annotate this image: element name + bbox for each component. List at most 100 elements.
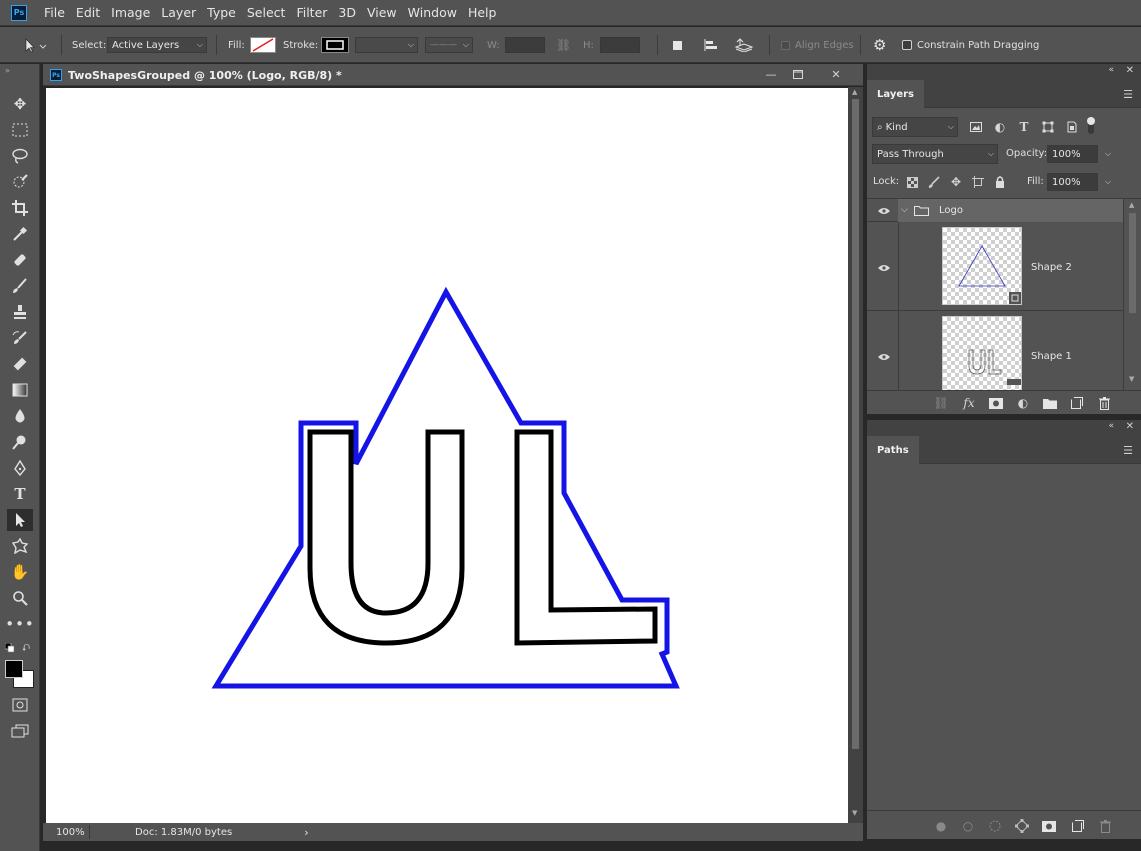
menu-filter[interactable]: Filter (296, 5, 335, 20)
visibility-eye-icon[interactable] (878, 205, 890, 218)
triangle-shape-path[interactable] (211, 286, 680, 689)
scroll-up-icon[interactable]: ▲ (852, 88, 857, 96)
path-arrangement-icon[interactable] (734, 27, 754, 63)
menu-file[interactable]: File (44, 5, 73, 20)
lock-artboard-icon[interactable] (971, 174, 985, 190)
path-alignment-icon[interactable] (703, 27, 719, 63)
collapse-panels-icon[interactable]: « (1108, 421, 1114, 431)
scroll-up-icon[interactable]: ▲ (1129, 201, 1134, 209)
filter-shape-layer-icon[interactable] (1040, 118, 1056, 136)
constrain-path-checkbox[interactable] (902, 40, 912, 50)
dodge-tool-icon[interactable] (7, 431, 33, 453)
close-panel-icon[interactable]: ✕ (1126, 65, 1134, 76)
filter-smart-object-icon[interactable] (1064, 118, 1080, 136)
make-work-path-icon[interactable] (1014, 818, 1030, 834)
blur-tool-icon[interactable] (7, 405, 33, 427)
align-edges-checkbox[interactable] (781, 40, 790, 50)
layer-row-shape-1[interactable]: Shape 1 (867, 311, 1123, 390)
zoom-tool-icon[interactable] (7, 587, 33, 609)
layer-row-shape-2[interactable]: Shape 2 (867, 222, 1123, 311)
minimize-icon[interactable]: — (763, 67, 779, 81)
collapse-toolbar-icon[interactable]: » (5, 66, 10, 75)
scroll-down-icon[interactable]: ▼ (1129, 375, 1134, 383)
visibility-eye-icon[interactable] (878, 351, 890, 364)
filter-type-layer-icon[interactable]: T (1016, 118, 1032, 136)
chevron-down-icon[interactable]: ⌵ (1105, 177, 1111, 187)
type-tool-icon[interactable]: T (7, 483, 33, 505)
visibility-eye-icon[interactable] (878, 262, 890, 275)
menu-view[interactable]: View (367, 5, 405, 20)
new-group-folder-icon[interactable] (1042, 395, 1058, 411)
marquee-tool-icon[interactable] (7, 119, 33, 141)
filter-pixel-layer-icon[interactable] (968, 118, 984, 136)
fill-opacity-input[interactable]: 100% ⌵ (1047, 173, 1111, 191)
lock-all-icon[interactable] (993, 174, 1007, 190)
fill-none-swatch[interactable] (250, 37, 276, 53)
layer-style-fx-icon[interactable]: fx (961, 395, 977, 411)
lasso-tool-icon[interactable] (7, 145, 33, 167)
layers-tab[interactable]: Layers (867, 80, 924, 108)
crop-tool-icon[interactable] (7, 197, 33, 219)
new-adjustment-layer-icon[interactable]: ◐ (1015, 395, 1031, 411)
menu-help[interactable]: Help (468, 5, 505, 20)
add-mask-icon[interactable] (988, 395, 1004, 411)
lock-position-icon[interactable]: ✥ (949, 174, 963, 190)
gear-icon[interactable]: ⚙ (873, 27, 886, 63)
quick-mask-icon[interactable] (7, 694, 33, 716)
default-colors-icon[interactable] (4, 642, 15, 656)
width-input[interactable] (505, 37, 545, 53)
hand-tool-icon[interactable]: ✋ (7, 561, 33, 583)
link-layers-icon[interactable]: ⛓ (933, 395, 949, 411)
menu-3d[interactable]: 3D (338, 5, 364, 20)
scrollbar-thumb[interactable] (852, 99, 859, 749)
filter-toggle-switch[interactable] (1085, 114, 1097, 138)
chevron-down-icon[interactable]: ⌵ (1105, 149, 1111, 159)
new-path-icon[interactable] (1070, 818, 1086, 834)
menu-image[interactable]: Image (111, 5, 158, 20)
stroke-type-dropdown[interactable]: ——— ⌵ (425, 37, 473, 53)
menu-type[interactable]: Type (207, 5, 244, 20)
restore-icon[interactable] (790, 67, 806, 81)
stroke-swatch[interactable] (321, 37, 349, 53)
opacity-input[interactable]: 100% ⌵ (1047, 145, 1111, 163)
panel-menu-icon[interactable]: ☰ (1123, 444, 1133, 457)
scrollbar-thumb[interactable] (1129, 213, 1136, 313)
height-input[interactable] (600, 37, 640, 53)
path-operations-icon[interactable] (671, 27, 685, 63)
paths-tab[interactable]: Paths (867, 436, 919, 464)
letter-u-path[interactable] (307, 429, 465, 646)
collapse-panels-icon[interactable]: « (1108, 65, 1114, 75)
pen-tool-icon[interactable] (7, 457, 33, 479)
filter-adjustment-layer-icon[interactable]: ◐ (992, 118, 1008, 136)
delete-layer-trash-icon[interactable] (1096, 395, 1112, 411)
zoom-level[interactable]: 100% (43, 825, 90, 839)
foreground-color-swatch[interactable] (5, 660, 23, 678)
move-tool-icon[interactable]: ✥ (7, 93, 33, 115)
menu-edit[interactable]: Edit (76, 5, 108, 20)
close-icon[interactable]: ✕ (828, 67, 844, 81)
scroll-down-icon[interactable]: ▼ (852, 809, 857, 817)
screen-mode-icon[interactable] (7, 720, 33, 742)
close-panel-icon[interactable]: ✕ (1126, 421, 1134, 432)
path-selection-tool-icon[interactable] (7, 509, 33, 531)
quick-selection-tool-icon[interactable] (7, 171, 33, 193)
panel-menu-icon[interactable]: ☰ (1123, 88, 1133, 101)
brush-tool-icon[interactable] (7, 275, 33, 297)
layer-filter-kind-dropdown[interactable]: ⌕ Kind ⌵ (872, 117, 958, 137)
group-expand-chevron-icon[interactable]: ⌵ (901, 205, 908, 215)
eraser-tool-icon[interactable] (7, 353, 33, 375)
link-icon[interactable]: ⛓ (556, 27, 571, 63)
healing-brush-tool-icon[interactable] (7, 249, 33, 271)
tool-preset-picker[interactable] (22, 27, 48, 63)
blend-mode-dropdown[interactable]: Pass Through ⌵ (872, 144, 998, 164)
add-vector-mask-icon[interactable] (1041, 818, 1057, 834)
layers-scrollbar[interactable]: ▲ ▼ (1123, 199, 1141, 390)
document-canvas[interactable] (46, 88, 848, 823)
lock-transparent-pixels-icon[interactable] (905, 174, 919, 190)
select-dropdown[interactable]: Active Layers ⌵ (107, 37, 207, 53)
gradient-tool-icon[interactable] (7, 379, 33, 401)
swap-colors-icon[interactable]: ⮏ (22, 641, 30, 658)
chevron-right-icon[interactable]: › (304, 826, 308, 839)
fill-path-icon[interactable]: ● (933, 818, 949, 834)
eyedropper-tool-icon[interactable] (7, 223, 33, 245)
